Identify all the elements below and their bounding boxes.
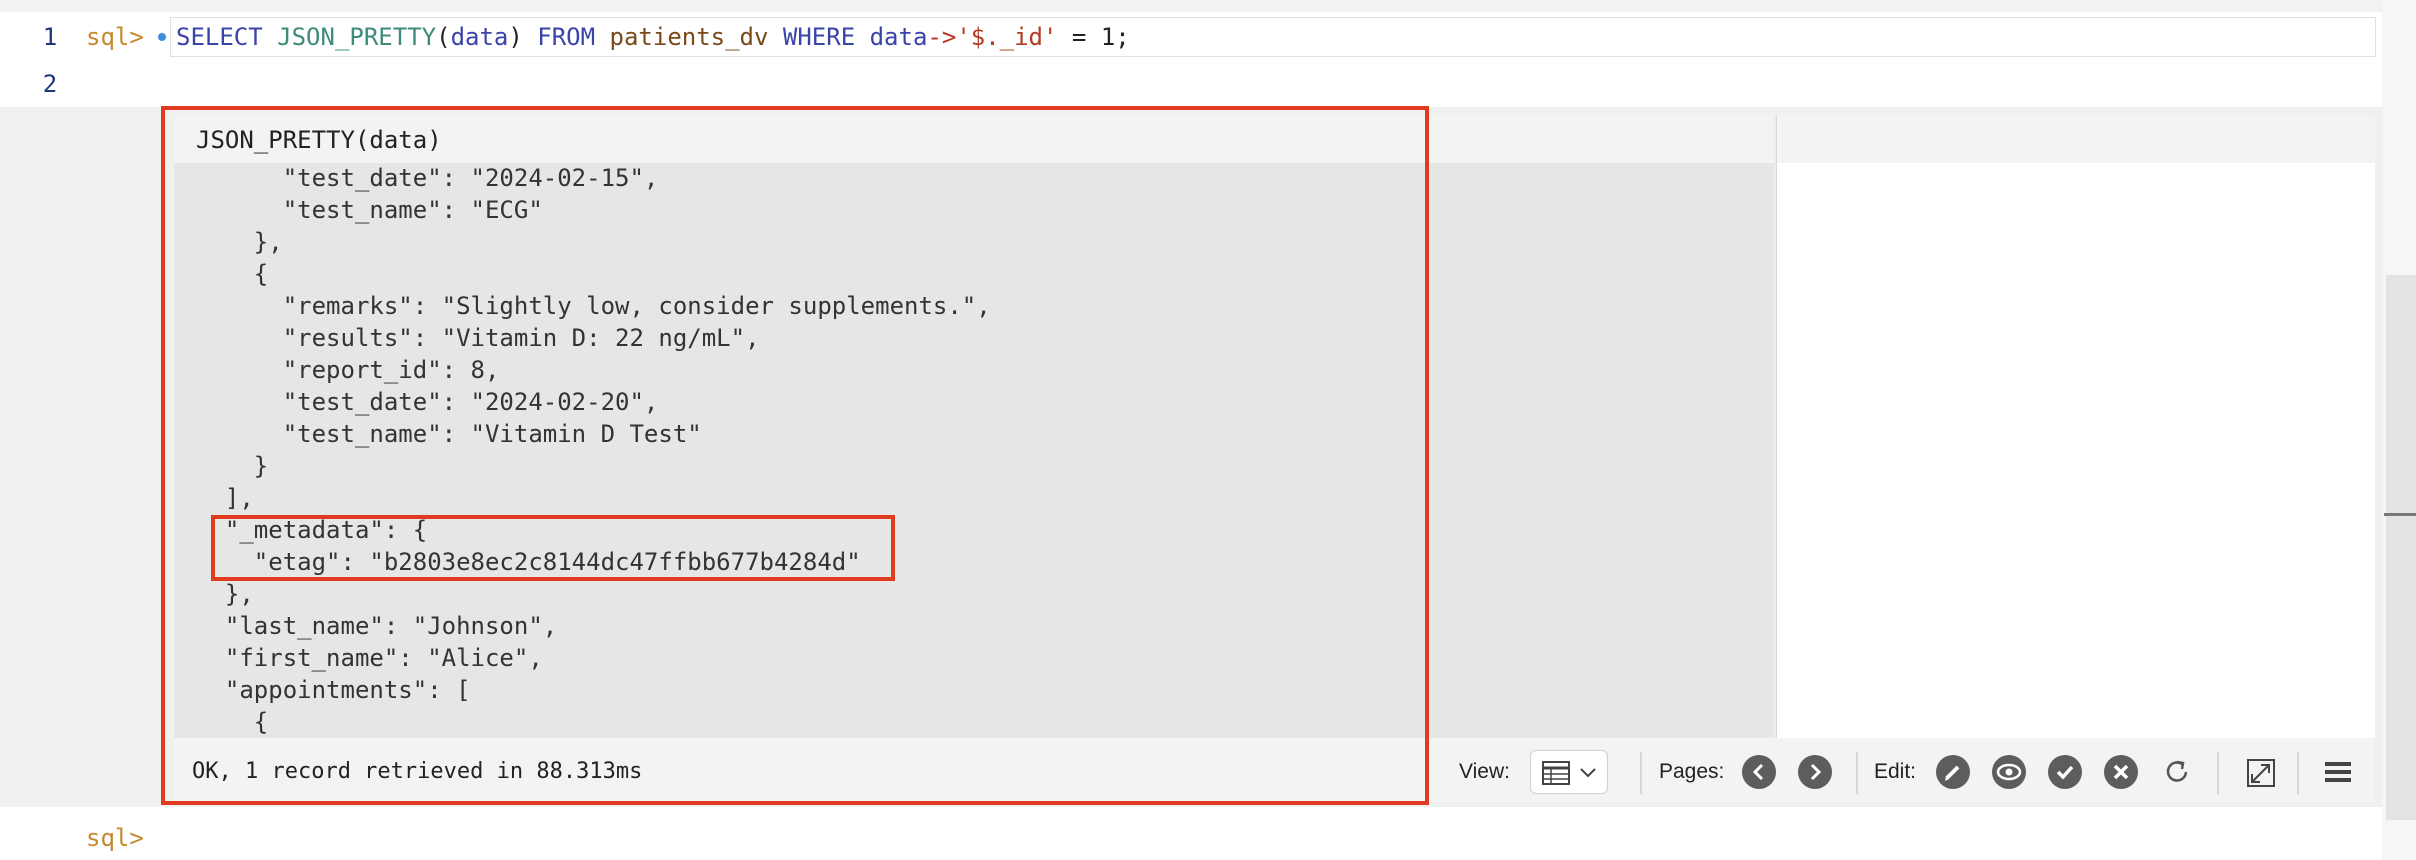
next-page-icon (1810, 763, 1822, 781)
menu-button[interactable] (2317, 752, 2357, 792)
chevron-down-icon (1580, 768, 1596, 778)
table-view-icon (1542, 761, 1596, 785)
edit-pencil-icon (1945, 765, 1960, 781)
line-number-1: 1 (42, 23, 58, 51)
sql-prompt-next[interactable]: sql> (86, 820, 144, 856)
preview-button[interactable] (1992, 755, 2026, 789)
query-token: ) (508, 23, 538, 51)
view-eye-icon (1996, 763, 2022, 781)
sql-prompt: sql> (86, 23, 144, 51)
refresh-button[interactable] (2158, 752, 2198, 792)
expand-icon (2247, 759, 2275, 787)
pages-label: Pages: (1659, 760, 1725, 783)
query-token: data (450, 23, 509, 51)
query-token: ; (1115, 23, 1130, 51)
query-token: SELECT (176, 23, 278, 51)
toolbar-separator (2217, 752, 2219, 794)
result-grid-header-filler (1776, 115, 2375, 163)
refresh-icon (2166, 760, 2188, 782)
result-grid-empty-area (1776, 163, 2375, 738)
editor-bottom (0, 807, 2382, 860)
confirm-button[interactable] (2048, 755, 2082, 789)
scrollbar-marker (2384, 513, 2416, 516)
annotation-highlight-metadata (211, 515, 895, 581)
toolbar-separator (1640, 752, 1642, 794)
edit-button[interactable] (1936, 755, 1970, 789)
active-line-indicator (158, 33, 166, 41)
query-token: patients_dv (609, 23, 783, 51)
prev-page-button[interactable] (1742, 755, 1776, 789)
query-token: '$._id' (956, 23, 1058, 51)
menu-icon (2325, 762, 2351, 782)
confirm-check-icon (2056, 765, 2074, 780)
toolbar-separator (1856, 752, 1858, 794)
discard-x-icon (2113, 764, 2129, 780)
query-token: data (869, 23, 928, 51)
prev-page-icon (1752, 763, 1764, 781)
query-token: = (1057, 23, 1101, 51)
query-token: FROM (537, 23, 610, 51)
line-number-2: 2 (42, 70, 58, 98)
editor-top-strip (0, 0, 2382, 12)
query-token: -> (927, 23, 957, 51)
scrollbar-thumb[interactable] (2386, 275, 2416, 820)
next-page-button[interactable] (1798, 755, 1832, 789)
view-label: View: (1459, 760, 1510, 783)
expand-button[interactable] (2240, 752, 2280, 792)
query-token: 1 (1100, 23, 1116, 51)
query-token: WHERE (782, 23, 870, 51)
view-mode-select[interactable] (1530, 750, 1608, 794)
query-token: ( (436, 23, 451, 51)
query-token: JSON_PRETTY (277, 23, 437, 51)
discard-button[interactable] (2104, 755, 2138, 789)
edit-label: Edit: (1874, 760, 1917, 783)
toolbar-separator (2297, 752, 2299, 794)
annotation-highlight-result (161, 106, 1429, 805)
sql-query-input[interactable]: SELECT JSON_PRETTY(data) FROM patients_d… (176, 19, 1130, 55)
